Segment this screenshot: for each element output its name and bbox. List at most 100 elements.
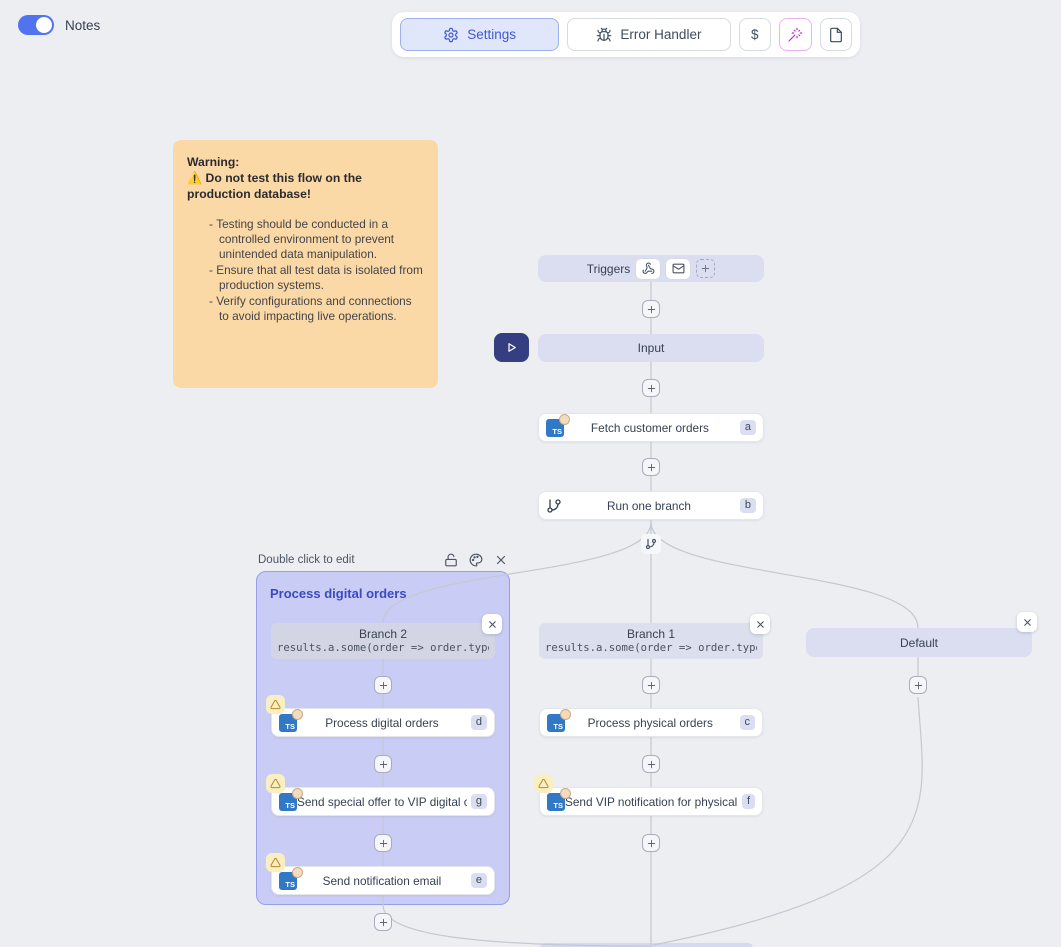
mail-icon bbox=[672, 262, 685, 275]
add-trigger-button[interactable] bbox=[696, 259, 715, 278]
warning-note[interactable]: Warning: ⚠️ Do not test this flow on the… bbox=[173, 140, 438, 388]
step-id-badge: c bbox=[740, 715, 756, 730]
palette-icon[interactable] bbox=[469, 553, 483, 567]
close-icon[interactable] bbox=[494, 553, 508, 567]
settings-button[interactable]: Settings bbox=[400, 18, 559, 51]
branch-name: Branch 2 bbox=[359, 627, 407, 642]
bun-runtime-icon bbox=[292, 867, 303, 878]
error-handler-button[interactable]: Error Handler bbox=[567, 18, 730, 51]
step-id-badge: f bbox=[742, 794, 755, 809]
bun-runtime-icon bbox=[292, 788, 303, 799]
warning-note-title: Warning: bbox=[187, 155, 424, 171]
flow-edges bbox=[0, 0, 1061, 947]
step-node-fetch-customer-orders[interactable]: TS Fetch customer orders a bbox=[538, 413, 764, 442]
webhook-trigger-button[interactable] bbox=[636, 259, 660, 279]
plus-icon bbox=[646, 759, 657, 770]
add-step-button[interactable] bbox=[642, 834, 660, 852]
ai-wand-button[interactable] bbox=[779, 18, 811, 51]
gear-icon bbox=[443, 27, 459, 43]
bun-runtime-icon bbox=[559, 414, 570, 425]
plus-icon bbox=[646, 304, 657, 315]
add-step-button[interactable] bbox=[909, 676, 927, 694]
plus-icon bbox=[378, 838, 389, 849]
typescript-icon: TS bbox=[279, 714, 297, 732]
add-step-button[interactable] bbox=[374, 676, 392, 694]
group-title: Process digital orders bbox=[270, 586, 407, 601]
add-step-button[interactable] bbox=[374, 834, 392, 852]
warning-triangle-icon bbox=[534, 774, 553, 793]
step-label: Process digital orders bbox=[297, 716, 467, 730]
git-branch-icon bbox=[546, 498, 562, 514]
wand-sparkles-icon bbox=[787, 27, 803, 43]
typescript-icon: TS bbox=[547, 714, 565, 732]
add-step-button[interactable] bbox=[374, 913, 392, 931]
warning-note-item: Verify configurations and connections to… bbox=[209, 294, 424, 324]
default-branch-header[interactable]: Default bbox=[806, 628, 1032, 657]
add-step-button[interactable] bbox=[374, 755, 392, 773]
bun-runtime-icon bbox=[292, 709, 303, 720]
flow-editor-canvas[interactable]: Notes Settings Error Handler $ Warning: … bbox=[0, 0, 1061, 947]
error-handler-label: Error Handler bbox=[620, 27, 701, 42]
export-json-button[interactable] bbox=[820, 18, 852, 51]
step-node-send-vip-notification[interactable]: TS Send VIP notification for physical...… bbox=[539, 787, 763, 816]
input-node[interactable]: Input bbox=[538, 334, 764, 362]
branch-group-process-digital-orders[interactable] bbox=[256, 571, 510, 905]
bug-icon bbox=[596, 27, 612, 43]
notes-control: Notes bbox=[18, 15, 100, 35]
step-label: Run one branch bbox=[562, 499, 736, 513]
bun-runtime-icon bbox=[560, 709, 571, 720]
file-icon bbox=[828, 27, 844, 43]
group-hint-label: Double click to edit bbox=[258, 554, 355, 566]
step-node-run-one-branch[interactable]: Run one branch b bbox=[538, 491, 764, 520]
step-node-process-digital-orders[interactable]: TS Process digital orders d bbox=[271, 708, 495, 737]
remove-branch2-button[interactable] bbox=[482, 614, 502, 634]
notes-label: Notes bbox=[65, 18, 100, 33]
add-step-button[interactable] bbox=[642, 755, 660, 773]
branch1-header[interactable]: Branch 1 results.a.some(order => order.t… bbox=[539, 623, 763, 659]
dollar-button[interactable]: $ bbox=[739, 18, 771, 51]
add-step-button[interactable] bbox=[642, 458, 660, 476]
remove-default-branch-button[interactable] bbox=[1017, 612, 1037, 632]
branch-condition-code: results.a.some(order => order.type bbox=[277, 642, 489, 655]
step-label: Send special offer to VIP digital c... bbox=[297, 795, 467, 809]
typescript-icon: TS bbox=[547, 793, 565, 811]
play-icon bbox=[504, 340, 519, 355]
step-label: Fetch customer orders bbox=[564, 421, 736, 435]
triggers-node[interactable]: Triggers bbox=[538, 255, 764, 282]
add-step-button[interactable] bbox=[642, 676, 660, 694]
email-trigger-button[interactable] bbox=[666, 259, 690, 279]
warning-triangle-icon bbox=[266, 774, 285, 793]
run-flow-button[interactable] bbox=[494, 333, 529, 362]
step-node-process-physical-orders[interactable]: TS Process physical orders c bbox=[539, 708, 763, 737]
bun-runtime-icon bbox=[560, 788, 571, 799]
warning-note-item: Ensure that all test data is isolated fr… bbox=[209, 263, 424, 293]
warning-triangle-icon bbox=[266, 853, 285, 872]
add-step-button[interactable] bbox=[642, 379, 660, 397]
typescript-icon: TS bbox=[279, 872, 297, 890]
typescript-icon: TS bbox=[279, 793, 297, 811]
plus-icon bbox=[378, 917, 389, 928]
step-id-badge: g bbox=[471, 794, 487, 809]
webhook-icon bbox=[642, 262, 655, 275]
default-branch-label: Default bbox=[900, 636, 938, 650]
branch-split-icon bbox=[641, 534, 661, 554]
step-label: Process physical orders bbox=[565, 716, 736, 730]
merge-node-partial[interactable] bbox=[540, 943, 753, 947]
add-step-button[interactable] bbox=[642, 300, 660, 318]
flow-toolbar: Settings Error Handler $ bbox=[392, 12, 860, 57]
notes-toggle[interactable] bbox=[18, 15, 54, 35]
step-id-badge: d bbox=[471, 715, 487, 730]
group-hint-row: Double click to edit bbox=[258, 553, 508, 567]
lock-open-icon[interactable] bbox=[444, 553, 458, 567]
remove-branch1-button[interactable] bbox=[750, 614, 770, 634]
toggle-knob bbox=[36, 17, 52, 33]
plus-icon bbox=[378, 680, 389, 691]
step-node-send-special-offer[interactable]: TS Send special offer to VIP digital c..… bbox=[271, 787, 495, 816]
plus-icon bbox=[378, 759, 389, 770]
plus-icon bbox=[646, 838, 657, 849]
settings-label: Settings bbox=[467, 27, 516, 42]
branch2-header[interactable]: Branch 2 results.a.some(order => order.t… bbox=[271, 623, 495, 659]
plus-icon bbox=[646, 462, 657, 473]
x-icon bbox=[755, 619, 766, 630]
step-node-send-notification-email[interactable]: TS Send notification email e bbox=[271, 866, 495, 895]
